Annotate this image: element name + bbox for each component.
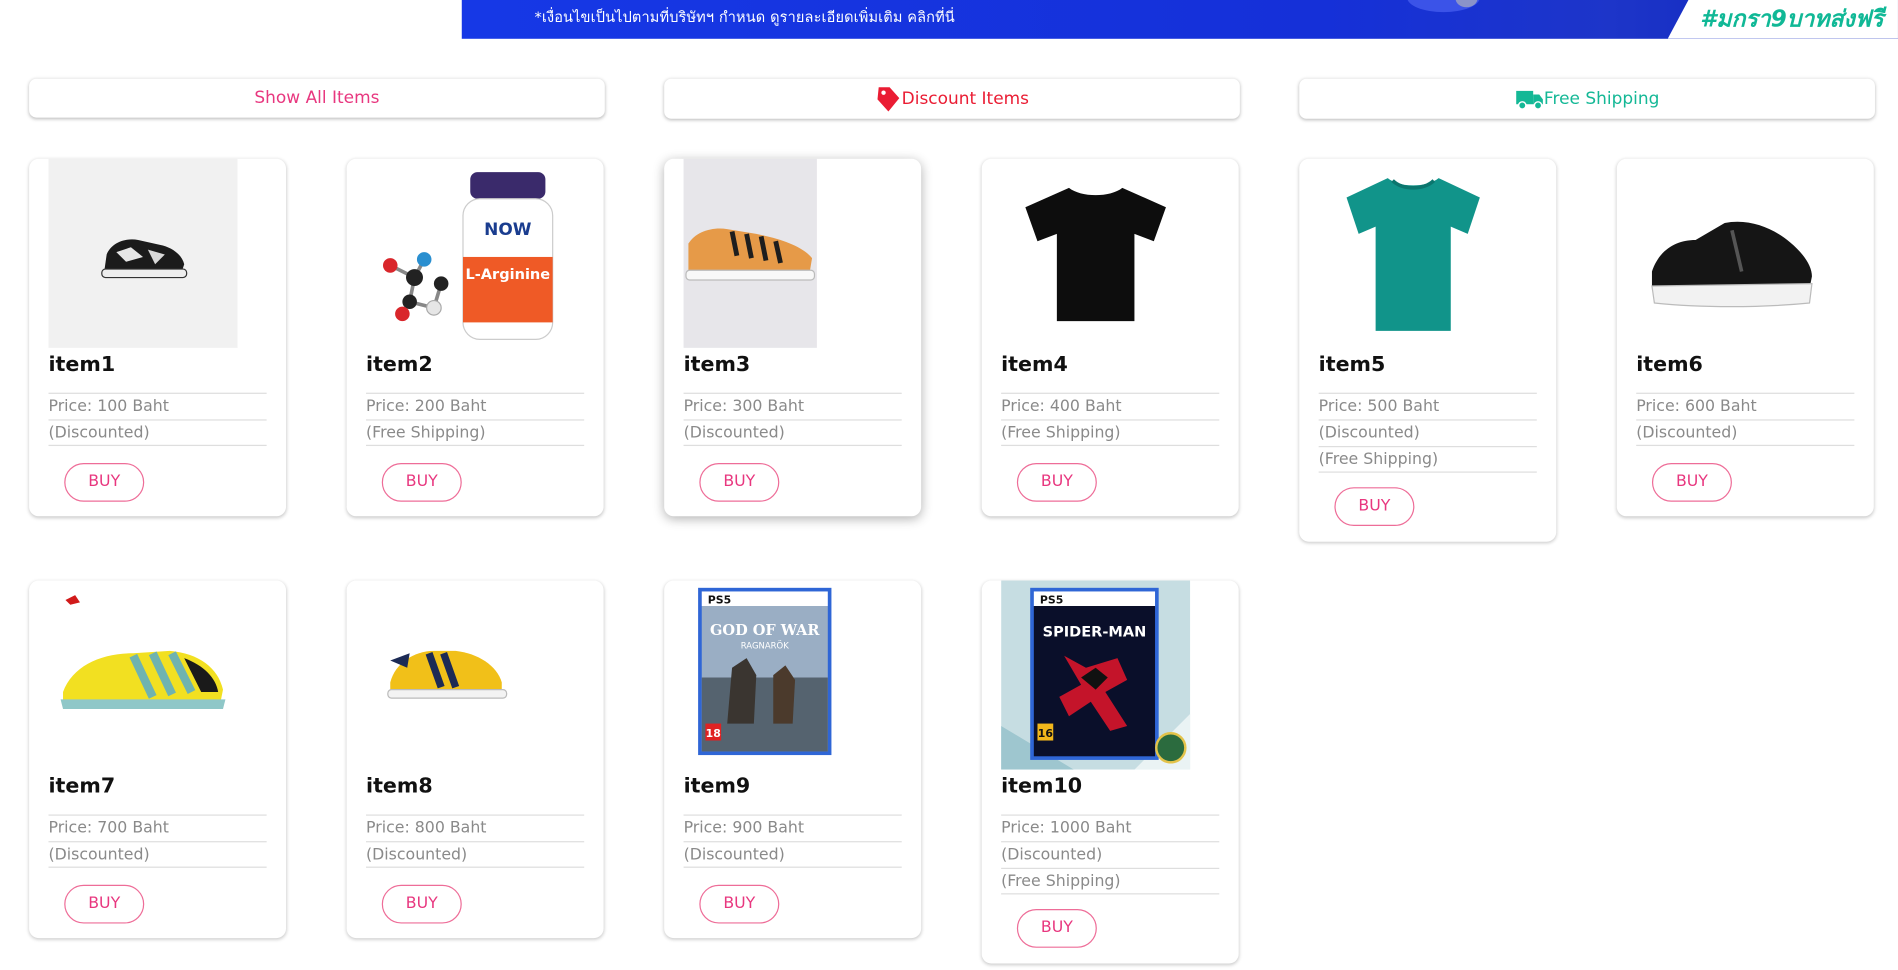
product-name: item6 xyxy=(1636,352,1703,377)
product-price: Price: 500 Baht xyxy=(1318,392,1537,420)
price-tag-icon xyxy=(875,84,902,113)
free-shipping-tag: (Free Shipping) xyxy=(366,419,585,447)
product-details: Price: 900 Baht (Discounted) xyxy=(683,814,902,868)
product-price: Price: 1000 Baht xyxy=(1001,814,1220,841)
product-details: Price: 300 Baht (Discounted) xyxy=(683,392,902,447)
product-card-item9: PS5 GOD OF WAR RAGNARÖK 18 item9 Price: … xyxy=(664,580,922,939)
discounted-tag: (Discounted) xyxy=(683,841,902,868)
buy-button[interactable]: BUY xyxy=(699,884,780,924)
cover-rating: 16 xyxy=(1038,727,1053,740)
product-details: Price: 400 Baht (Free Shipping) xyxy=(1001,392,1220,447)
buy-button[interactable]: BUY xyxy=(381,884,462,924)
product-details: Price: 200 Baht (Free Shipping) xyxy=(366,392,585,447)
product-card-item3: item3 Price: 300 Baht (Discounted) BUY xyxy=(664,158,922,517)
product-name: item3 xyxy=(683,352,751,377)
product-name: item7 xyxy=(48,774,116,799)
product-price: Price: 800 Baht xyxy=(366,814,585,841)
bottle-label: L-Arginine xyxy=(466,267,551,283)
banner-hashtag: #มกรา9บาทส่งฟรี xyxy=(1667,0,1898,39)
ps5-god-of-war-image: PS5 GOD OF WAR RAGNARÖK 18 xyxy=(684,581,873,770)
product-card-item1: item1 Price: 100 Baht (Discounted) BUY xyxy=(29,158,287,517)
product-name: item10 xyxy=(1001,774,1083,799)
product-name: item8 xyxy=(366,774,433,799)
cover-title: SPIDER-MAN xyxy=(1043,624,1147,640)
product-price: Price: 600 Baht xyxy=(1636,392,1855,420)
product-name: item1 xyxy=(48,352,116,377)
free-shipping-tag: (Free Shipping) xyxy=(1001,419,1220,447)
product-details: Price: 800 Baht (Discounted) xyxy=(366,814,585,868)
cover-rating: 18 xyxy=(706,727,721,740)
product-price: Price: 400 Baht xyxy=(1001,392,1220,420)
cover-subtitle: RAGNARÖK xyxy=(741,640,789,650)
sneaker-image xyxy=(48,158,238,348)
buy-button[interactable]: BUY xyxy=(1334,487,1415,527)
cover-platform: PS5 xyxy=(1040,594,1063,607)
buy-button[interactable]: BUY xyxy=(64,884,145,924)
discount-items-label: Discount Items xyxy=(901,89,1030,109)
product-price: Price: 200 Baht xyxy=(366,392,585,420)
product-details: Price: 100 Baht (Discounted) xyxy=(48,392,267,447)
cover-platform: PS5 xyxy=(708,594,731,607)
discounted-tag: (Discounted) xyxy=(1318,419,1537,446)
buy-button[interactable]: BUY xyxy=(1651,462,1732,502)
black-tshirt-image xyxy=(1001,159,1190,348)
discounted-tag: (Discounted) xyxy=(366,841,585,868)
product-price: Price: 300 Baht xyxy=(683,392,902,420)
discounted-tag: (Discounted) xyxy=(683,419,902,447)
discounted-tag: (Discounted) xyxy=(1636,419,1855,447)
discounted-tag: (Discounted) xyxy=(48,841,267,868)
product-card-item4: item4 Price: 400 Baht (Free Shipping) BU… xyxy=(981,158,1239,517)
page: *เงื่อนไขเป็นไปตามที่บริษัทฯ กำหนด ดูราย… xyxy=(0,0,1898,970)
teal-tshirt-image xyxy=(1319,159,1508,348)
product-card-item2: NOW L-Arginine item2 Price: 200 Baht (Fr… xyxy=(346,158,604,517)
product-price: Price: 700 Baht xyxy=(48,814,267,841)
bottle-brand: NOW xyxy=(484,219,532,239)
product-price: Price: 100 Baht xyxy=(48,392,267,420)
show-all-items-label: Show All Items xyxy=(254,88,380,108)
cover-title: GOD OF WAR xyxy=(710,622,820,639)
ps5-spider-man-image: PS5 SPIDER-MAN 16 xyxy=(1001,580,1191,770)
delivery-truck-icon xyxy=(1515,88,1544,110)
banner-terms-note[interactable]: *เงื่อนไขเป็นไปตามที่บริษัทฯ กำหนด ดูราย… xyxy=(534,6,954,29)
product-name: item5 xyxy=(1318,352,1386,377)
buy-button[interactable]: BUY xyxy=(64,462,145,502)
buy-button[interactable]: BUY xyxy=(381,462,462,502)
product-card-item8: item8 Price: 800 Baht (Discounted) BUY xyxy=(346,580,604,939)
product-card-item7: item7 Price: 700 Baht (Discounted) BUY xyxy=(29,580,287,939)
free-shipping-tag: (Free Shipping) xyxy=(1318,446,1537,473)
buy-button[interactable]: BUY xyxy=(699,462,780,502)
supplement-bottle-image: NOW L-Arginine xyxy=(366,159,555,348)
discounted-tag: (Discounted) xyxy=(1001,841,1220,868)
product-details: Price: 700 Baht (Discounted) xyxy=(48,814,267,868)
discount-items-button[interactable]: Discount Items xyxy=(664,78,1240,119)
promo-banner[interactable]: *เงื่อนไขเป็นไปตามที่บริษัทฯ กำหนด ดูราย… xyxy=(461,0,1898,39)
product-card-item10: PS5 SPIDER-MAN 16 item10 Price: 1000 Bah… xyxy=(981,580,1239,964)
yellow-futsal-shoe-image xyxy=(48,581,237,770)
product-card-item6: item6 Price: 600 Baht (Discounted) BUY xyxy=(1616,158,1874,517)
product-card-item5: item5 Price: 500 Baht (Discounted) (Free… xyxy=(1299,158,1557,542)
yellow-sneaker-image xyxy=(366,581,555,770)
product-details: Price: 500 Baht (Discounted) (Free Shipp… xyxy=(1318,392,1537,473)
free-shipping-button[interactable]: Free Shipping xyxy=(1299,78,1875,119)
buy-button[interactable]: BUY xyxy=(1016,909,1097,948)
product-details: Price: 1000 Baht (Discounted) (Free Ship… xyxy=(1001,814,1220,895)
discounted-tag: (Discounted) xyxy=(48,419,267,447)
product-name: item2 xyxy=(366,352,433,377)
product-price: Price: 900 Baht xyxy=(683,814,902,841)
product-name: item4 xyxy=(1001,352,1068,377)
buy-button[interactable]: BUY xyxy=(1016,462,1097,502)
product-details: Price: 600 Baht (Discounted) xyxy=(1636,392,1855,447)
black-sneaker-image xyxy=(1636,159,1825,348)
free-shipping-label: Free Shipping xyxy=(1543,89,1660,109)
canvas-shoe-image xyxy=(683,158,817,348)
product-name: item9 xyxy=(683,774,751,799)
free-shipping-tag: (Free Shipping) xyxy=(1001,867,1220,895)
show-all-items-button[interactable]: Show All Items xyxy=(29,78,605,118)
